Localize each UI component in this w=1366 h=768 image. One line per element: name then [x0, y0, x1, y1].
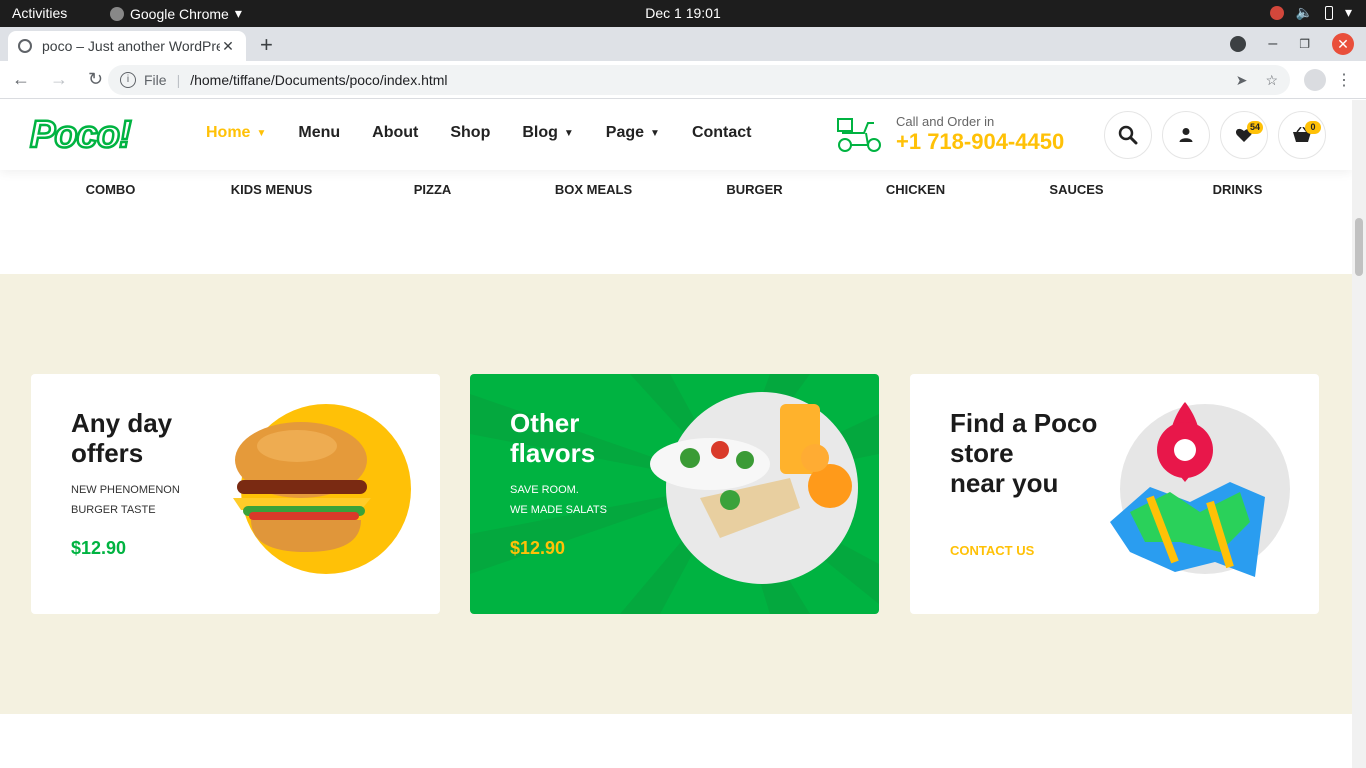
- category-pizza[interactable]: PIZZA: [352, 182, 513, 197]
- browser-tab[interactable]: poco – Just another WordPress site ✕: [8, 31, 246, 61]
- promo-card-flavors[interactable]: Other flavors SAVE ROOM. WE MADE SALATS …: [470, 374, 879, 614]
- window-controls: – ❐ ✕: [1230, 33, 1354, 55]
- contact-us-link[interactable]: CONTACT US: [950, 543, 1034, 558]
- volume-icon: 🔈: [1295, 4, 1313, 20]
- chevron-down-icon: ▾: [1344, 4, 1352, 20]
- menu-kebab-icon[interactable]: ⋮: [1336, 70, 1352, 90]
- category-kids-menus[interactable]: KIDS MENUS: [191, 182, 352, 197]
- promo-card-store[interactable]: Find a Poco store near you CONTACT US: [910, 374, 1319, 614]
- category-box-meals[interactable]: BOX MEALS: [513, 182, 674, 197]
- chevron-down-icon: ▼: [563, 127, 574, 139]
- close-window-icon[interactable]: ✕: [1332, 33, 1354, 55]
- tab-close-icon[interactable]: ✕: [220, 38, 236, 55]
- tab-search-icon[interactable]: [1230, 36, 1247, 52]
- promo-section: Any day offers NEW PHENOMENON BURGER TAS…: [0, 274, 1352, 714]
- send-icon[interactable]: ➤: [1236, 72, 1248, 89]
- category-drinks[interactable]: DRINKS: [1157, 182, 1318, 197]
- browser-toolbar: ← → ↻ i File | /home/tiffane/Documents/p…: [0, 61, 1366, 99]
- maximize-icon[interactable]: ❐: [1299, 37, 1310, 51]
- user-icon: [1179, 128, 1193, 142]
- cart-count-badge: 0: [1305, 121, 1321, 134]
- main-nav: Home ▼ Menu About Shop Blog ▼ Page ▼ Con…: [206, 124, 752, 142]
- nav-item-page[interactable]: Page ▼: [606, 124, 660, 142]
- promo-title: Find a Poco store near you: [950, 408, 1098, 498]
- info-icon[interactable]: i: [120, 72, 136, 88]
- map-pin-image: [1110, 402, 1290, 577]
- promo-card-offers[interactable]: Any day offers NEW PHENOMENON BURGER TAS…: [31, 374, 440, 614]
- url-scheme: File: [144, 72, 167, 88]
- category-burger[interactable]: BURGER: [674, 182, 835, 197]
- globe-icon: [18, 39, 32, 53]
- promo-price: $12.90: [71, 538, 127, 558]
- page-viewport: Poco! Home ▼ Menu About Shop Blog ▼ Page…: [0, 100, 1352, 768]
- reload-icon[interactable]: ↻: [88, 69, 103, 90]
- scrollbar-thumb[interactable]: [1355, 218, 1363, 276]
- promo-title: Other flavors: [510, 408, 596, 468]
- nav-item-contact[interactable]: Contact: [692, 124, 752, 142]
- nav-item-menu[interactable]: Menu: [298, 124, 340, 142]
- nav-item-home[interactable]: Home ▼: [206, 124, 266, 142]
- call-label: Call and Order in: [896, 114, 995, 129]
- burger-image: [233, 404, 411, 574]
- nav-item-about[interactable]: About: [372, 124, 418, 142]
- nav-item-shop[interactable]: Shop: [450, 124, 490, 142]
- site-logo[interactable]: Poco!: [29, 113, 133, 158]
- wishlist-count-badge: 54: [1246, 121, 1263, 134]
- promo-price: $12.90: [510, 538, 566, 558]
- promo-title: Any day offers: [71, 408, 173, 468]
- back-icon[interactable]: ←: [12, 69, 30, 90]
- os-top-bar: Activities Google Chrome ▾ Dec 1 19:01 🔈…: [0, 0, 1366, 27]
- battery-icon: [1324, 5, 1333, 20]
- salad-wrap-image: [650, 392, 858, 584]
- site-header: Poco! Home ▼ Menu About Shop Blog ▼ Page…: [0, 100, 1352, 170]
- cart-button[interactable]: 0: [1278, 111, 1326, 159]
- tab-title: poco – Just another WordPress site: [42, 38, 220, 54]
- search-button[interactable]: [1104, 111, 1152, 159]
- minimize-icon[interactable]: –: [1268, 35, 1277, 53]
- page-scrollbar[interactable]: [1352, 100, 1366, 768]
- chevron-down-icon: ▼: [256, 127, 267, 139]
- profile-avatar-icon[interactable]: [1304, 69, 1326, 91]
- forward-icon[interactable]: →: [50, 69, 68, 90]
- address-bar[interactable]: i File | /home/tiffane/Documents/poco/in…: [108, 65, 1290, 95]
- search-icon: [1118, 125, 1138, 145]
- chevron-down-icon: ▼: [650, 127, 660, 139]
- category-sauces[interactable]: SAUCES: [996, 182, 1157, 197]
- category-chicken[interactable]: CHICKEN: [835, 182, 996, 197]
- account-button[interactable]: [1162, 111, 1210, 159]
- category-strip: COMBO KIDS MENUS PIZZA BOX MEALS BURGER …: [0, 182, 1352, 197]
- wishlist-button[interactable]: 54: [1220, 111, 1268, 159]
- bookmark-star-icon[interactable]: ☆: [1265, 72, 1278, 89]
- promo-subtitle: NEW PHENOMENON BURGER TASTE: [71, 484, 180, 516]
- notification-icon: [1269, 5, 1284, 20]
- category-combo[interactable]: COMBO: [30, 182, 191, 197]
- promo-subtitle: SAVE ROOM. WE MADE SALATS: [510, 484, 607, 516]
- phone-number[interactable]: +1 718-904-4450: [896, 129, 1064, 155]
- call-to-order: Call and Order in +1 718-904-4450: [836, 114, 1064, 155]
- url-text[interactable]: /home/tiffane/Documents/poco/index.html: [190, 72, 447, 88]
- system-tray[interactable]: 🔈 ▾: [1269, 4, 1352, 21]
- clock[interactable]: Dec 1 19:01: [0, 5, 1366, 21]
- new-tab-icon[interactable]: +: [260, 32, 273, 58]
- tab-strip: poco – Just another WordPress site ✕ + –…: [0, 27, 1366, 61]
- delivery-scooter-icon: [837, 117, 881, 152]
- nav-item-blog[interactable]: Blog ▼: [522, 124, 573, 142]
